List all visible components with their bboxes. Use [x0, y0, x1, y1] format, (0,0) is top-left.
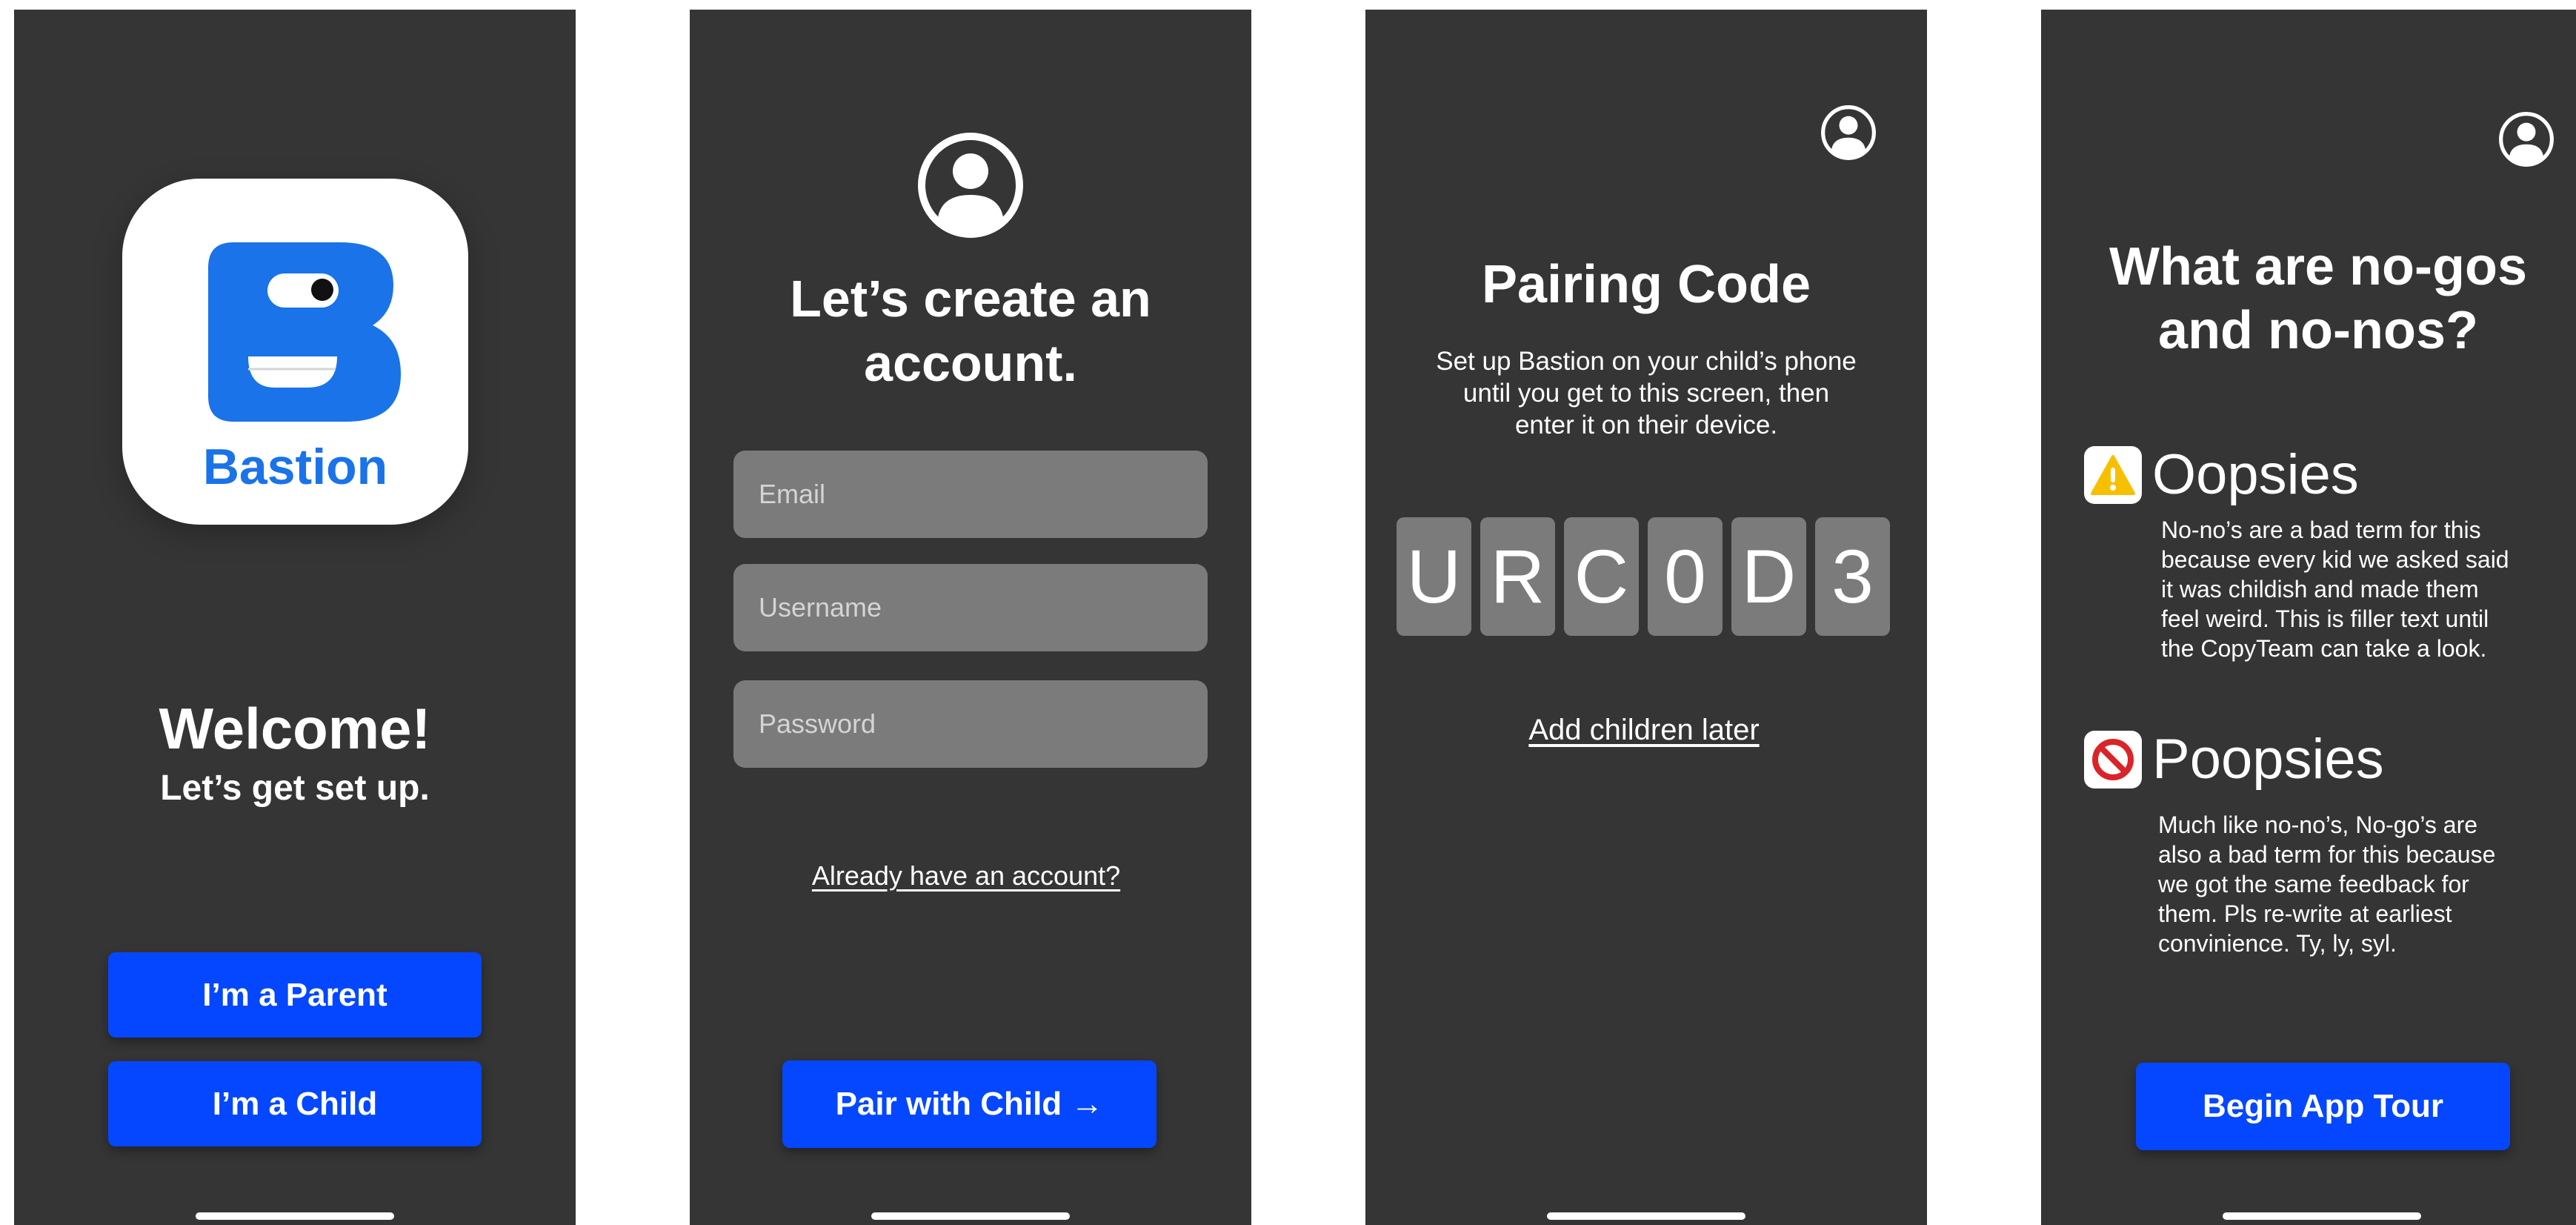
oopsies-line: No-no’s are a bad term for this [2161, 517, 2481, 543]
code-digit: D [1731, 517, 1806, 636]
logo-wordmark: Bastion [202, 439, 388, 495]
begin-app-tour-button[interactable]: Begin App Tour [2136, 1063, 2510, 1150]
welcome-subtitle: Let’s get set up. [160, 768, 430, 808]
profile-icon[interactable] [2498, 111, 2555, 167]
username-field[interactable] [733, 564, 1208, 651]
poopsies-section-heading: Poopsies [2084, 727, 2384, 791]
login-link[interactable]: Already have an account? [690, 860, 1247, 892]
oopsies-body: No-no’s are a bad term for this because … [2161, 515, 2509, 663]
oopsies-line: it was childish and made them [2161, 576, 2479, 602]
oopsies-line: the CopyTeam can take a look. [2161, 635, 2487, 662]
warning-icon [2084, 445, 2142, 504]
app-logo: Bastion [122, 179, 468, 525]
oopsies-line: feel weird. This is filler text until [2161, 605, 2489, 632]
add-children-later-link[interactable]: Add children later [1365, 714, 1925, 747]
child-button[interactable]: I’m a Child [108, 1061, 482, 1146]
email-field-wrapper [733, 451, 1208, 538]
user-circle-icon [918, 133, 1023, 238]
oopsies-title: Oopsies [2152, 443, 2359, 506]
poopsies-line: Much like no-no’s, No-go’s are [2158, 811, 2478, 838]
poopsies-title: Poopsies [2152, 728, 2384, 791]
username-field-wrapper [733, 564, 1208, 651]
rules-screen: What are no-gos and no-nos? Oopsies No-n… [2041, 10, 2576, 1225]
pairing-screen: Pairing Code Set up Bastion on your chil… [1365, 10, 1927, 1225]
poopsies-body: Much like no-no’s, No-go’s are also a ba… [2158, 810, 2495, 958]
parent-button[interactable]: I’m a Parent [108, 952, 482, 1038]
oopsies-section-heading: Oopsies [2084, 442, 2359, 507]
code-digit: R [1480, 517, 1555, 636]
home-indicator [2223, 1212, 2421, 1220]
home-indicator [196, 1212, 394, 1220]
home-indicator [871, 1212, 1070, 1220]
pairing-instructions-line2: until you get to this screen, then [1462, 379, 1830, 408]
welcome-title: Welcome! [159, 696, 431, 761]
code-digit: 3 [1815, 517, 1890, 636]
rules-title-line2: and no-nos? [2158, 301, 2478, 360]
password-field-wrapper [733, 680, 1208, 768]
oopsies-line: because every kid we asked said [2161, 546, 2509, 573]
poopsies-line: also a bad term for this because [2158, 841, 2496, 868]
email-field[interactable] [733, 451, 1208, 538]
signup-title-line1: Let’s create an [790, 270, 1151, 328]
poopsies-line: we got the same feedback for [2158, 871, 2469, 897]
profile-icon[interactable] [1820, 104, 1877, 161]
prohibited-icon [2084, 730, 2142, 789]
code-digit: C [1564, 517, 1639, 636]
pair-with-child-button[interactable]: Pair with Child → [782, 1060, 1156, 1148]
home-indicator [1547, 1212, 1745, 1220]
poopsies-line: them. Pls re-write at earliest [2158, 900, 2452, 927]
poopsies-line: convinience. Ty, ly, syl. [2158, 930, 2397, 957]
pairing-instructions-line3: enter it on their device. [1514, 411, 1778, 439]
signup-screen: Let’s create an account. Already have an… [690, 10, 1251, 1225]
welcome-screen: Bastion Welcome! Let’s get set up. I’m a… [14, 10, 576, 1225]
rules-title-line1: What are no-gos [2109, 237, 2527, 296]
password-field[interactable] [733, 680, 1208, 768]
pairing-instructions-line1: Set up Bastion on your child’s phone [1436, 347, 1857, 376]
signup-title-line2: account. [864, 334, 1077, 392]
code-digit: U [1397, 517, 1471, 636]
pairing-title: Pairing Code [1481, 255, 1811, 314]
code-digit: 0 [1648, 517, 1723, 636]
